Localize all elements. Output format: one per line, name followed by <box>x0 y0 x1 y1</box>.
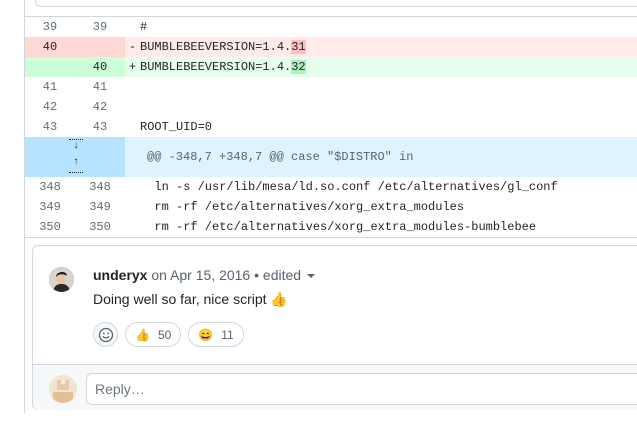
code-line: rm -rf /etc/alternatives/xorg_extra_modu… <box>140 220 537 234</box>
diff-row-context: 348 348 ln -s /usr/lib/mesa/ld.so.conf /… <box>25 177 637 197</box>
reaction-thumbs-up-button[interactable]: 👍 50 <box>125 322 182 347</box>
old-line-number[interactable]: 43 <box>25 117 75 137</box>
diff-marker-minus: - <box>128 40 137 54</box>
smile-icon: 😄 <box>198 327 214 342</box>
edited-label: edited <box>262 267 302 283</box>
hunk-header-text: @@ -348,7 +348,7 @@ case "$DISTRO" in <box>147 150 414 164</box>
code-text: BUMBLEBEEVERSION=1.4. <box>140 60 292 74</box>
diff-marker-plus: + <box>128 60 137 74</box>
user-avatar-icon <box>49 267 74 292</box>
code-line: # <box>140 20 148 34</box>
expand-hunk-button[interactable]: ↓ ↑ <box>25 137 125 177</box>
new-line-number[interactable]: 43 <box>75 117 125 137</box>
reply-input[interactable] <box>86 373 637 405</box>
reaction-smile-button[interactable]: 😄 11 <box>188 322 244 347</box>
new-line-number[interactable]: 349 <box>75 197 125 217</box>
avatar <box>49 375 77 403</box>
comment-date[interactable]: on Apr 15, 2016 <box>151 267 250 283</box>
diff-row-context: 39 39 # <box>25 17 637 37</box>
old-line-number[interactable]: 39 <box>25 17 75 37</box>
comment-body: Doing well so far, nice script 👍 <box>93 291 288 307</box>
diff-marker <box>125 117 140 137</box>
reply-bar <box>33 364 637 410</box>
diff-row-context: 42 42 <box>25 97 637 117</box>
diff-marker <box>125 17 140 37</box>
diff-row-context: 349 349 rm -rf /etc/alternatives/xorg_ex… <box>25 197 637 217</box>
diff-marker <box>125 217 140 237</box>
new-line-number[interactable]: 39 <box>75 17 125 37</box>
diff-marker <box>125 77 140 97</box>
review-comment: underyx on Apr 15, 2016 • edited Doing w… <box>33 246 637 364</box>
new-line-number[interactable]: 42 <box>75 97 125 117</box>
chevron-down-icon <box>307 274 316 279</box>
expand-up-icon[interactable]: ↑ <box>68 156 84 170</box>
old-line-number[interactable]: 42 <box>25 97 75 117</box>
old-line-number <box>25 57 75 77</box>
new-line-number[interactable]: 350 <box>75 217 125 237</box>
code-line: BUMBLEBEEVERSION=1.4.32 <box>140 57 637 77</box>
comment-header: underyx on Apr 15, 2016 • edited <box>93 267 316 283</box>
previous-thread-box <box>35 0 637 7</box>
diff-table: 39 39 # 40 - BUMBLEBEEVERSION=1.4.31 40 … <box>24 17 637 237</box>
edited-dropdown[interactable]: edited <box>262 267 316 283</box>
code-line: rm -rf /etc/alternatives/xorg_extra_modu… <box>140 200 465 214</box>
reaction-count: 11 <box>221 327 234 342</box>
diff-row-context: 41 41 <box>25 77 637 97</box>
diff-row-added: 40 + BUMBLEBEEVERSION=1.4.32 <box>25 57 637 77</box>
code-text: BUMBLEBEEVERSION=1.4. <box>140 40 292 54</box>
author-link[interactable]: underyx <box>93 267 147 283</box>
old-line-number[interactable]: 41 <box>25 77 75 97</box>
diff-marker <box>125 197 140 217</box>
reaction-count: 50 <box>157 327 172 342</box>
code-line: BUMBLEBEEVERSION=1.4.31 <box>140 37 637 57</box>
dotted-line <box>69 172 83 173</box>
smiley-icon <box>98 327 113 342</box>
diff-row-context: 350 350 rm -rf /etc/alternatives/xorg_ex… <box>25 217 637 237</box>
new-line-number[interactable]: 348 <box>75 177 125 197</box>
old-line-number[interactable]: 40 <box>25 37 75 57</box>
old-line-number[interactable]: 349 <box>25 197 75 217</box>
add-reaction-button[interactable] <box>93 322 118 347</box>
comment-thread: underyx on Apr 15, 2016 • edited Doing w… <box>32 245 637 410</box>
diff-row-context: 43 43 ROOT_UID=0 <box>25 117 637 137</box>
old-line-number[interactable]: 348 <box>25 177 75 197</box>
avatar[interactable] <box>49 267 74 292</box>
thumbs-up-icon: 👍 <box>135 327 150 342</box>
new-line-number <box>75 37 125 57</box>
current-user-avatar-icon <box>49 375 77 403</box>
separator-dot: • <box>254 267 260 283</box>
changed-text-highlight: 32 <box>291 60 306 74</box>
diff-marker <box>125 177 140 197</box>
changed-text-highlight: 31 <box>291 40 306 54</box>
diff-hunk-header: ↓ ↑ @@ -348,7 +348,7 @@ case "$DISTRO" i… <box>25 137 637 177</box>
previous-thread-edge <box>24 0 637 17</box>
diff-row-deleted: 40 - BUMBLEBEEVERSION=1.4.31 <box>25 37 637 57</box>
new-line-number[interactable]: 41 <box>75 77 125 97</box>
code-line: ROOT_UID=0 <box>140 120 213 134</box>
old-line-number[interactable]: 350 <box>25 217 75 237</box>
new-line-number[interactable]: 40 <box>75 57 125 77</box>
diff-marker <box>125 97 140 117</box>
code-line: ln -s /usr/lib/mesa/ld.so.conf /etc/alte… <box>140 180 558 194</box>
expand-down-icon[interactable]: ↓ <box>68 140 84 154</box>
reactions-bar: 👍 50 😄 11 <box>93 322 244 347</box>
